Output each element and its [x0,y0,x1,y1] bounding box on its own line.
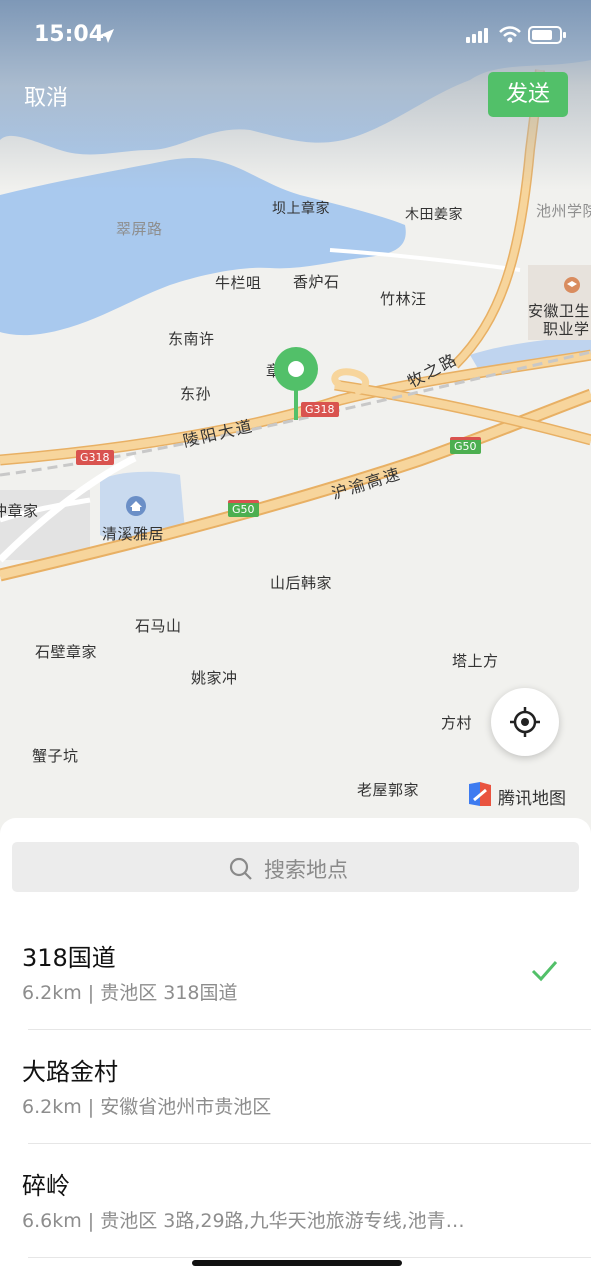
crosshair-icon [510,707,540,737]
map-label-qingxiyaju: 清溪雅居 [102,525,165,543]
battery-icon [528,26,566,44]
result-subtitle: 6.6km | 贵池区 3路,29路,九华天池旅游专线,池青… [22,1210,465,1232]
map-provider-label: 腾讯地图 [498,789,566,809]
map-label-cuipinglu: 翠屏路 [116,220,163,238]
status-time: 15:04 [34,22,105,47]
results-sheet: 搜索地点 318国道 6.2km | 贵池区 318国道 大路金村 6.2km … [0,818,591,1279]
cancel-button[interactable]: 取消 [24,80,68,112]
result-title: 大路金村 [22,1058,118,1086]
map-label-shibizhangjia: 石壁章家 [35,643,98,661]
status-bar: 15:04 [0,0,591,70]
map-label-yaojiachong: 姚家冲 [191,669,238,687]
result-item[interactable]: 大路金村 6.2km | 安徽省池州市贵池区 [0,1030,591,1144]
map-label-fangcun: 方村 [441,714,473,732]
map-label-zhulinwang: 竹林汪 [380,290,427,308]
map-label-zhiyexueyuan: 职业学 [543,320,590,338]
home-indicator[interactable] [192,1260,402,1266]
residence-icon [126,496,146,516]
search-input[interactable]: 搜索地点 [12,842,579,892]
shield-g50: G50 [228,500,259,517]
map-label-chongzhangjia: 冲章家 [0,502,39,520]
result-title: 碎岭 [22,1172,70,1200]
search-placeholder: 搜索地点 [264,858,348,882]
map-label-chizhouxueyuan: 池州学院 [536,202,591,220]
map-label-shanhouhanjia: 山后韩家 [270,574,333,592]
result-item[interactable]: 318国道 6.2km | 贵池区 318国道 [0,916,591,1030]
school-icon [564,277,580,293]
tencent-map-logo-icon [469,782,491,806]
send-button[interactable]: 发送 [488,72,568,117]
locate-me-button[interactable] [491,688,559,756]
checkmark-icon [531,961,558,982]
search-icon [229,857,252,880]
map-label-niulanju: 牛栏咀 [215,274,262,292]
map-label-dongsun: 东孙 [180,385,212,403]
shield-g318: G318 [76,450,114,465]
result-subtitle: 6.2km | 贵池区 318国道 [22,982,238,1004]
wifi-icon [499,26,521,43]
map-label-tashangfang: 塔上方 [452,652,499,670]
result-item[interactable]: 碎岭 6.6km | 贵池区 3路,29路,九华天池旅游专线,池青… [0,1144,591,1258]
map-label-xianglushi: 香炉石 [293,273,340,291]
map-label-shimashan: 石马山 [135,617,182,635]
map-label-bashangzhangjia: 坝上章家 [272,201,330,217]
result-title: 318国道 [22,944,116,972]
result-subtitle: 6.2km | 安徽省池州市贵池区 [22,1096,272,1118]
location-pin-icon[interactable] [274,347,320,422]
shield-g50: G50 [450,437,481,454]
map-label-dongnanxu: 东南许 [168,330,215,348]
divider [28,1257,591,1258]
location-arrow-icon [100,29,114,43]
signal-icon [466,28,488,43]
map-label-mutianjiangjia: 木田姜家 [405,207,463,223]
map-label-xiezikeng: 蟹子坑 [32,747,79,765]
map-label-laowuguojia: 老屋郭家 [357,781,420,799]
